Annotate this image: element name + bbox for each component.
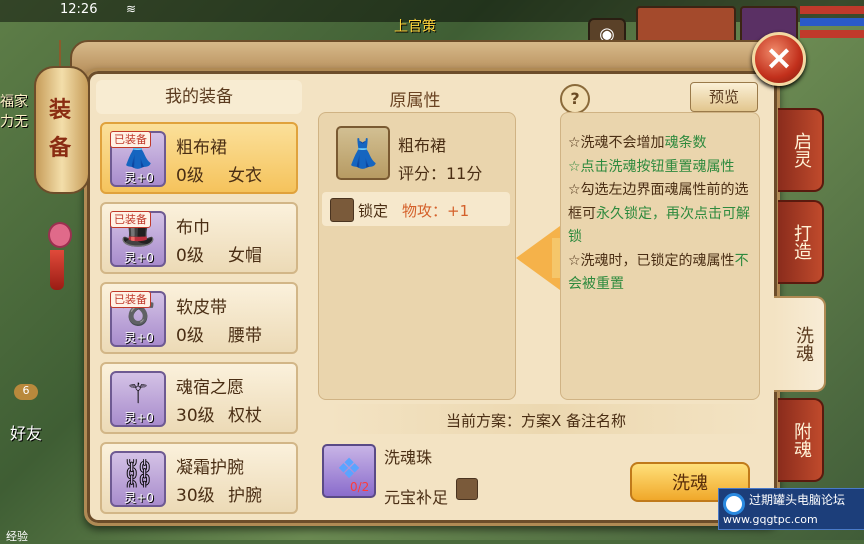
clock-text: 12:26	[60, 2, 98, 17]
item-name: 布巾	[176, 218, 210, 238]
tab-xihun[interactable]: 洗魂	[774, 296, 826, 392]
wifi-icon: ≋	[126, 2, 137, 16]
knot-icon	[48, 222, 72, 248]
tab-dazao[interactable]: 打造	[778, 200, 824, 284]
gem-count: 0/2	[350, 480, 370, 494]
gem-slot[interactable]: ❖ 0/2	[322, 444, 376, 498]
lock-label: 锁定	[358, 202, 389, 220]
item-slot: ⛓ 灵+0	[110, 451, 166, 507]
watermark-url: www.gqgtpc.com	[723, 513, 818, 526]
equipment-item[interactable]: ➰ 灵+0 已装备 软皮带 0级 腰带	[100, 282, 298, 354]
item-spirit: 灵+0	[124, 491, 154, 505]
panel-title: 装备	[48, 98, 71, 161]
friend-count-badge: 6	[14, 384, 38, 400]
yuanbao-checkbox[interactable]	[456, 478, 478, 500]
item-name: 凝霜护腕	[176, 458, 244, 478]
item-slot: 👗 灵+0 已装备	[110, 131, 166, 187]
item-type: 腰带	[228, 326, 262, 346]
item-level: 30级	[176, 486, 215, 506]
selected-item-name: 粗布裙	[398, 136, 447, 155]
item-type: 护腕	[228, 486, 262, 506]
equipment-list-title: 我的装备	[96, 80, 302, 114]
equipped-badge: 已装备	[110, 211, 151, 228]
side-text: 福家 力无	[0, 94, 28, 130]
help-icon[interactable]: ?	[560, 84, 590, 114]
selected-item-score: 评分：11分	[398, 164, 483, 183]
watermark-title: 过期罐头电脑论坛	[749, 493, 846, 507]
item-spirit: 灵+0	[124, 171, 154, 185]
item-level: 0级	[176, 166, 204, 186]
scepter-icon: ⚚	[125, 377, 151, 410]
exp-label: 经验	[6, 530, 28, 543]
item-level: 30级	[176, 406, 215, 426]
close-button[interactable]: ×	[752, 32, 806, 86]
tassel-icon	[50, 250, 64, 290]
item-level: 0级	[176, 326, 204, 346]
watermark-logo-icon	[723, 493, 745, 515]
equipment-item[interactable]: ⛓ 灵+0 凝霜护腕 30级 护腕	[100, 442, 298, 514]
npc-name[interactable]: 上官策	[394, 16, 436, 36]
gem-name: 洗魂珠	[384, 448, 433, 467]
attr-row: 锁定 物攻：+1	[322, 192, 510, 226]
item-type: 女帽	[228, 246, 262, 266]
item-spirit: 灵+0	[124, 331, 154, 345]
item-spirit: 灵+0	[124, 251, 154, 265]
item-type: 权杖	[228, 406, 262, 426]
equipment-item[interactable]: 🎩 灵+0 已装备 布巾 0级 女帽	[100, 202, 298, 274]
tab-fuhun[interactable]: 附魂	[778, 398, 824, 482]
equipment-item[interactable]: 👗 灵+0 已装备 粗布裙 0级 女衣	[100, 122, 298, 194]
friend-button[interactable]: 好友	[10, 420, 42, 444]
hp-bars	[800, 6, 864, 48]
watermark: 过期罐头电脑论坛 www.gqgtpc.com	[718, 488, 864, 530]
bracer-icon: ⛓	[120, 457, 156, 490]
item-spirit: 灵+0	[124, 411, 154, 425]
item-slot: ➰ 灵+0 已装备	[110, 291, 166, 347]
plan-text[interactable]: 当前方案：方案X 备注名称	[446, 410, 626, 431]
item-name: 魂宿之愿	[176, 378, 244, 398]
item-name: 软皮带	[176, 298, 227, 318]
equipped-badge: 已装备	[110, 291, 151, 308]
robe-icon: 👗	[336, 126, 390, 180]
item-name: 粗布裙	[176, 138, 227, 158]
equipment-item[interactable]: ⚚ 灵+0 魂宿之愿 30级 权杖	[100, 362, 298, 434]
yuanbao-label: 元宝补足	[384, 488, 449, 507]
tab-qiling[interactable]: 启灵	[778, 108, 824, 192]
lock-checkbox[interactable]	[330, 198, 354, 222]
info-text: ☆洗魂不会增加魂条数 ☆点击洗魂按钮重置魂属性 ☆勾选左边界面魂属性前的选框可永…	[568, 135, 750, 292]
item-type: 女衣	[228, 166, 262, 186]
item-level: 0级	[176, 246, 204, 266]
item-slot: 🎩 灵+0 已装备	[110, 211, 166, 267]
preview-button[interactable]: 预览	[690, 82, 758, 112]
item-slot: ⚚ 灵+0	[110, 371, 166, 427]
attr-value: 物攻：+1	[402, 202, 470, 220]
original-attr-title: 原属性	[389, 91, 441, 111]
equipped-badge: 已装备	[110, 131, 151, 148]
